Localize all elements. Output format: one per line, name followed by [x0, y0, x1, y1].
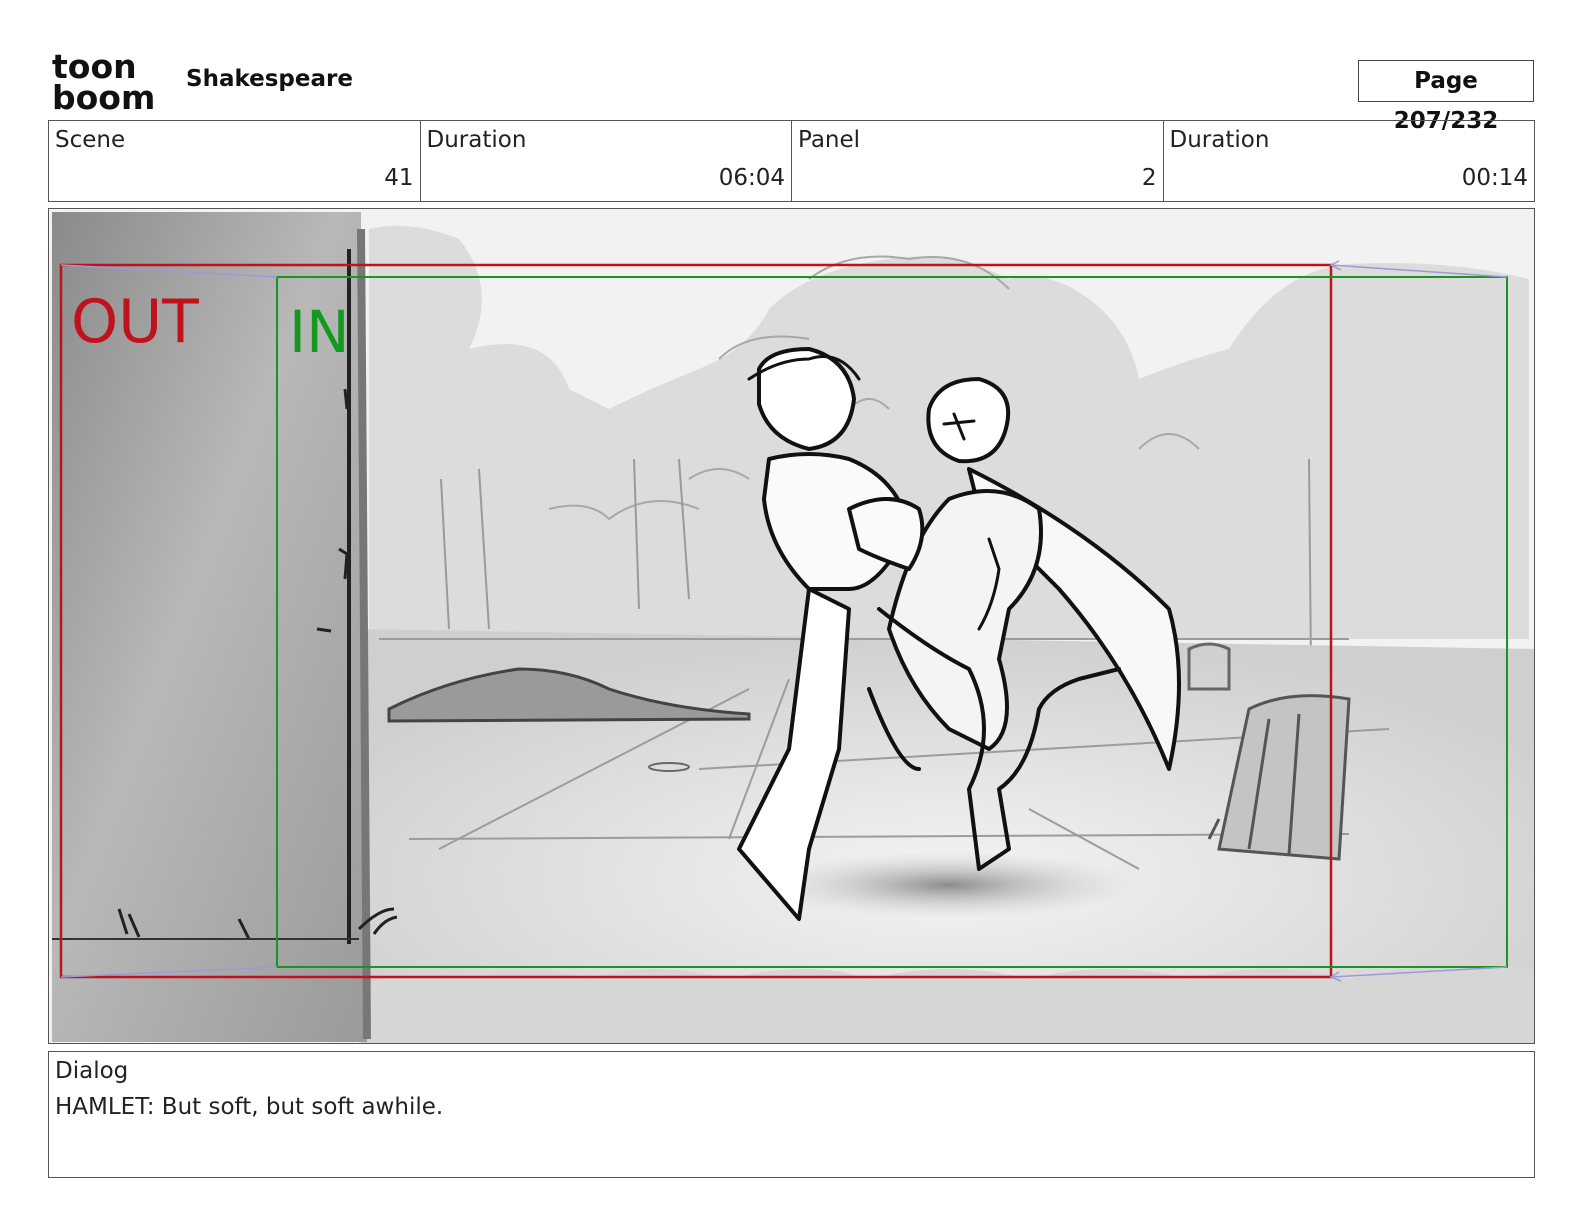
scene-duration-value: 06:04	[718, 165, 785, 191]
out-frame-label: OUT	[71, 287, 199, 357]
panel-label: Panel	[798, 127, 861, 153]
panel-duration-cell: Duration 00:14	[1164, 121, 1535, 201]
scene-value: 41	[384, 165, 414, 191]
panel-sketch: OUT IN	[49, 209, 1534, 1043]
logo-text-bottom: boom	[52, 78, 155, 112]
panel-duration-value: 00:14	[1461, 165, 1528, 191]
panel-info-row: Scene 41 Duration 06:04 Panel 2 Duration…	[48, 120, 1535, 202]
toon-boom-logo: toon boom	[52, 50, 155, 112]
character-shadow	[759, 851, 1139, 919]
panel-cell: Panel 2	[792, 121, 1164, 201]
scene-label: Scene	[55, 127, 126, 153]
storyboard-panel: OUT IN	[48, 208, 1535, 1044]
dialog-box: Dialog HAMLET: But soft, but soft awhile…	[48, 1051, 1535, 1178]
scene-duration-label: Duration	[426, 127, 527, 153]
in-frame-label: IN	[289, 298, 350, 366]
page-indicator: Page 207/232	[1358, 60, 1534, 134]
scene-duration-cell: Duration 06:04	[421, 121, 792, 201]
dialog-text: HAMLET: But soft, but soft awhile.	[55, 1094, 444, 1120]
panel-value: 2	[1141, 165, 1157, 191]
dialog-label: Dialog	[55, 1058, 129, 1084]
scene-cell: Scene 41	[49, 121, 421, 201]
project-title: Shakespeare	[186, 66, 353, 92]
panel-duration-label: Duration	[1169, 127, 1270, 153]
